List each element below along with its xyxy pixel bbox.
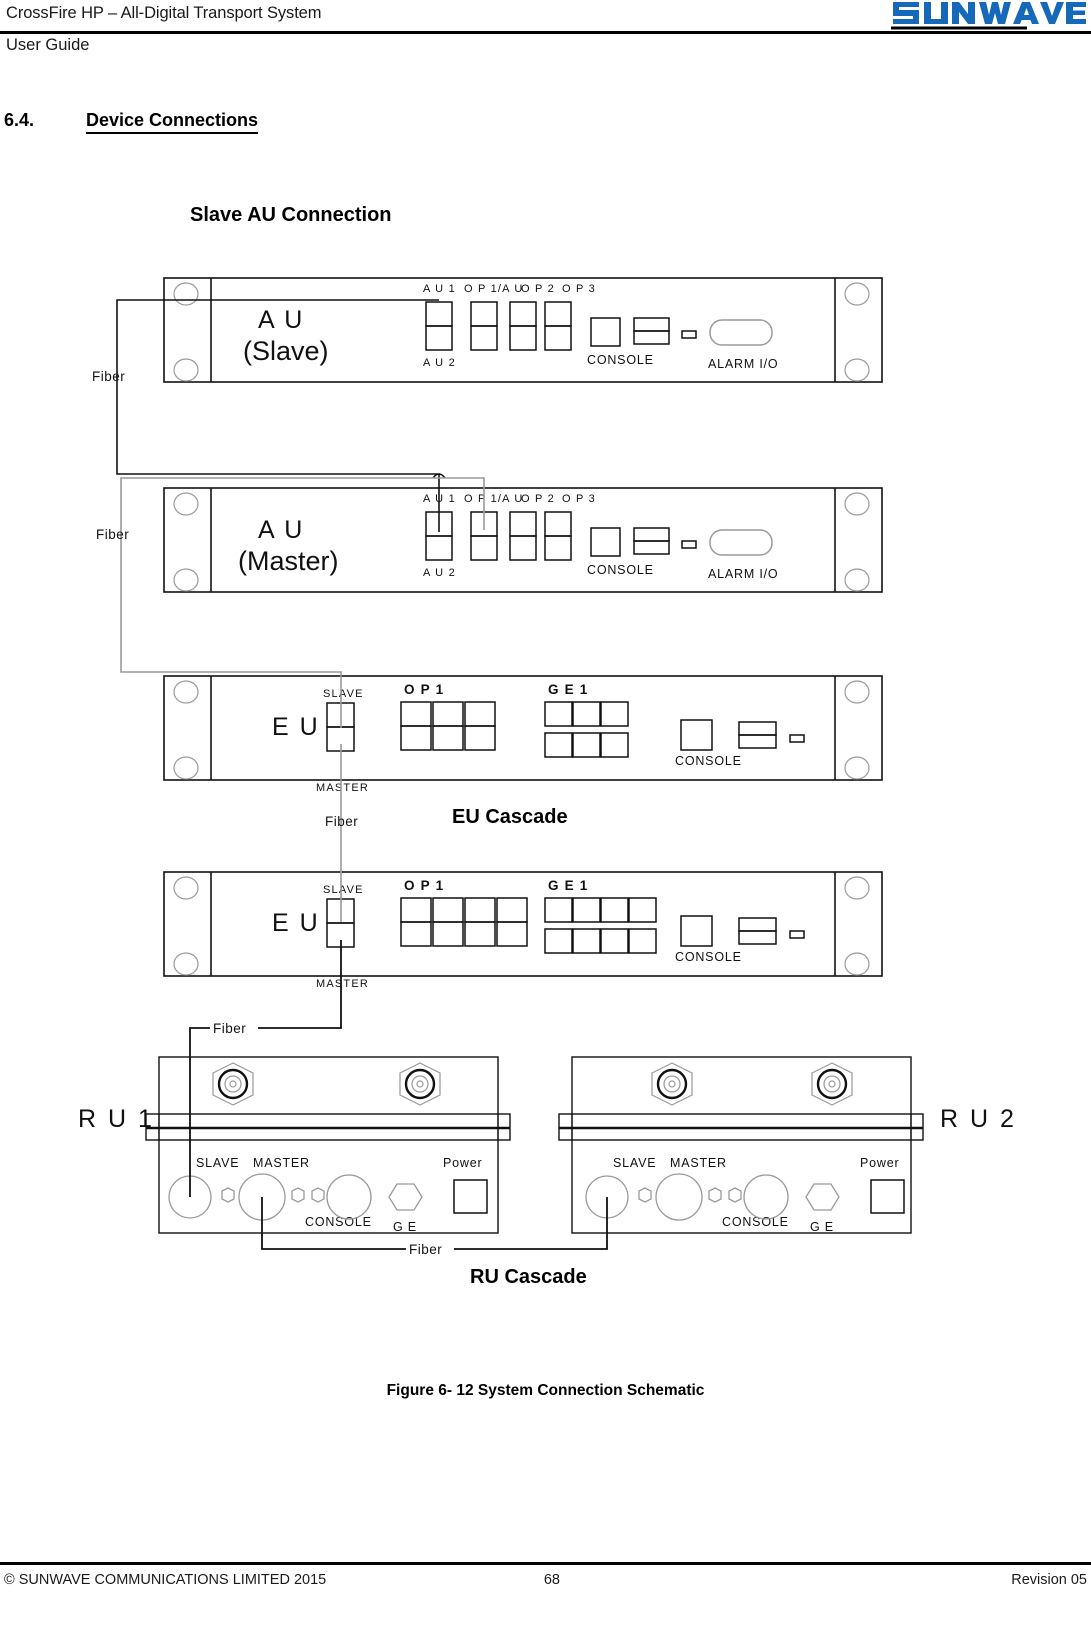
ru2-antenna-connectors <box>651 1062 853 1106</box>
ru1-master-label: MASTER <box>253 1156 310 1170</box>
ru1-ge-label: G E <box>393 1220 417 1234</box>
ru2-ge-label: G E <box>810 1220 834 1234</box>
fiber-link-au-slave-to-master: Fiber <box>92 299 446 532</box>
ru1-slave-label: SLAVE <box>196 1156 239 1170</box>
au-master-port-label-2: O P 2 <box>521 493 555 505</box>
au-slave-variant: (Slave) <box>243 336 329 366</box>
eu-bottom-op-label: O P 1 <box>404 878 444 893</box>
au-slave-port-lower-label: A U 2 <box>423 357 456 369</box>
eu-top-console-label: CONSOLE <box>675 754 742 768</box>
au-master-console-label: CONSOLE <box>587 563 654 577</box>
eu-top-device: E U SLAVE MASTER O P 1 G E 1 CONSOLE <box>163 675 883 794</box>
eu-bottom-name: E U <box>272 909 320 937</box>
eu-top-master-label: MASTER <box>316 782 369 794</box>
section-title: Device Connections <box>86 110 259 134</box>
fiber-link-eu-cascade: Fiber <box>325 744 358 922</box>
au-slave-console-label: CONSOLE <box>587 353 654 367</box>
ru1-console-label: CONSOLE <box>305 1215 372 1229</box>
ru-cascade-title: RU Cascade <box>470 1266 587 1288</box>
ru2-master-label: MASTER <box>670 1156 727 1170</box>
ru2-device: R U 2 SLAVE MASTER CONSOLE G E Power <box>558 1056 1016 1234</box>
ru1-device: R U 1 SLAVE MASTER CONSOLE G E Power <box>78 1056 511 1234</box>
eu-bottom-slave-label: SLAVE <box>323 884 364 896</box>
ru2-name: R U 2 <box>940 1105 1016 1133</box>
au-master-device: A U (Master) A U 1 O P 1/A U O P 2 O P 3… <box>163 487 883 593</box>
au-master-port-label-0: A U 1 <box>423 493 456 505</box>
fiber-link-eu-to-ru1: Fiber <box>189 940 342 1197</box>
fiber-link-ru-cascade: Fiber <box>261 1197 608 1257</box>
footer-page-number: 68 <box>543 1572 560 1588</box>
eu-cascade-title: EU Cascade <box>452 806 568 828</box>
slave-au-connection-title: Slave AU Connection <box>190 204 392 226</box>
au-master-port-label-3: O P 3 <box>562 493 596 505</box>
fiber-label-eu-cascade: Fiber <box>325 814 358 829</box>
ru1-name: R U 1 <box>78 1105 154 1133</box>
eu-top-ge-label: G E 1 <box>548 682 589 697</box>
au-slave-name: A U <box>258 306 304 334</box>
au-slave-alarm-label: ALARM I/O <box>708 357 778 371</box>
ru2-power-label: Power <box>860 1156 899 1170</box>
eu-bottom-ge-label: G E 1 <box>548 878 589 893</box>
section-number: 6.4. <box>4 110 35 130</box>
au-slave-port-label-2: O P 2 <box>521 283 555 295</box>
figure-caption: Figure 6- 12 System Connection Schematic <box>386 1382 705 1399</box>
document-page: CrossFire HP – All-Digital Transport Sys… <box>0 0 1091 1630</box>
fiber-label-ru-cascade: Fiber <box>409 1242 442 1257</box>
ru2-console-label: CONSOLE <box>722 1215 789 1229</box>
au-slave-port-label-1: O P 1/A U <box>464 283 524 295</box>
document-header-subtitle: User Guide <box>6 36 90 54</box>
au-slave-port-label-3: O P 3 <box>562 283 596 295</box>
eu-bottom-master-label: MASTER <box>316 978 369 990</box>
au-master-alarm-label: ALARM I/O <box>708 567 778 581</box>
au-master-port-lower-label: A U 2 <box>423 567 456 579</box>
fiber-link-au-master-to-eu: Fiber <box>96 477 485 728</box>
eu-top-name: E U <box>272 713 320 741</box>
footer-revision: Revision 05 <box>1011 1572 1087 1588</box>
au-master-variant: (Master) <box>238 546 339 576</box>
ru1-antenna-connectors <box>212 1062 441 1106</box>
eu-top-op-label: O P 1 <box>404 682 444 697</box>
au-slave-port-label-0: A U 1 <box>423 283 456 295</box>
fiber-label-au-master: Fiber <box>96 527 129 542</box>
sunwave-logo <box>891 2 1086 30</box>
fiber-label-eu-to-ru: Fiber <box>213 1021 246 1036</box>
header-divider <box>0 31 1091 34</box>
au-master-port-label-1: O P 1/A U <box>464 493 524 505</box>
fiber-label-au-slave: Fiber <box>92 369 125 384</box>
eu-top-slave-label: SLAVE <box>323 688 364 700</box>
ru2-slave-label: SLAVE <box>613 1156 656 1170</box>
eu-bottom-console-label: CONSOLE <box>675 950 742 964</box>
document-header-title: CrossFire HP – All-Digital Transport Sys… <box>6 4 322 22</box>
ru1-power-label: Power <box>443 1156 482 1170</box>
footer-divider <box>0 1562 1091 1565</box>
eu-bottom-device: E U SLAVE MASTER O P 1 G E 1 CONSOLE <box>163 871 883 990</box>
au-master-name: A U <box>258 516 304 544</box>
au-slave-device: A U (Slave) A U 1 O P 1/A U O P 2 O P 3 … <box>163 277 883 383</box>
